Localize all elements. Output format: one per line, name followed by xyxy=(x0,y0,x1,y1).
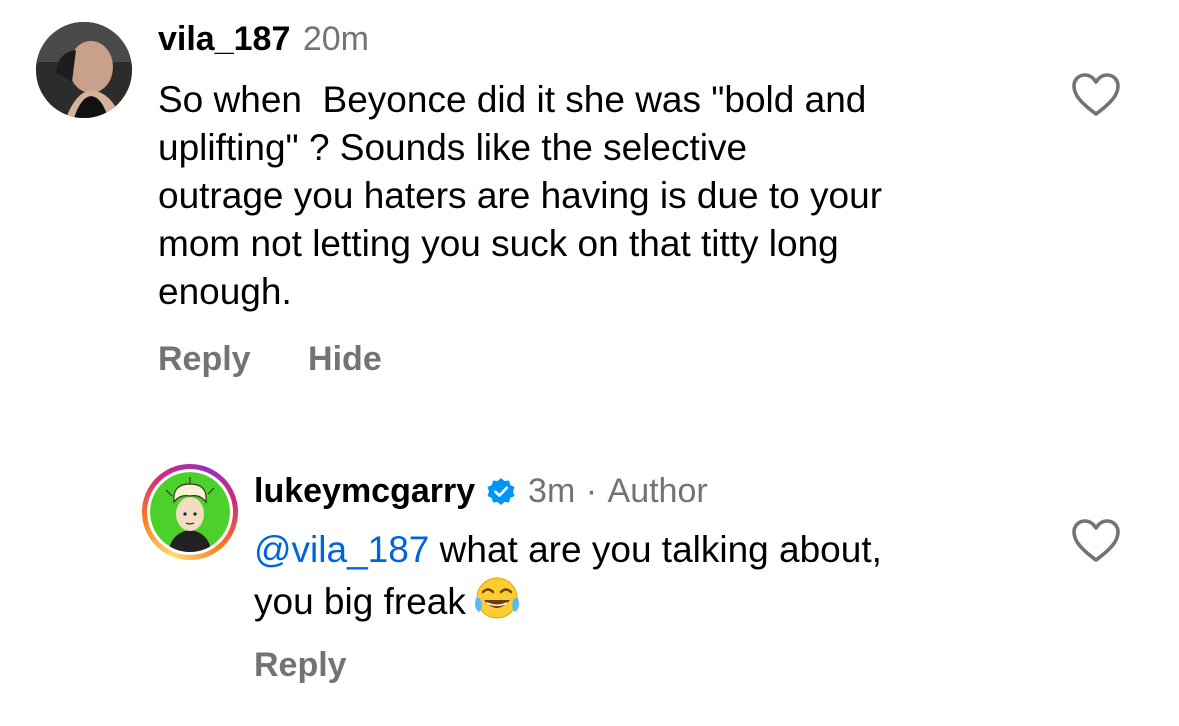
comment-actions: Reply xyxy=(254,646,347,685)
comment-vila-187: vila_187 20m So when Beyonce did it she … xyxy=(0,0,1179,400)
comment-header: vila_187 20m xyxy=(158,20,369,59)
hide-button[interactable]: Hide xyxy=(308,340,382,378)
comment-line: outrage you haters are having is due to … xyxy=(158,175,883,216)
verified-badge-icon xyxy=(487,478,515,505)
separator: · xyxy=(585,472,598,510)
comment-line: @vila_187 what are you talking about, xyxy=(254,526,1054,574)
tears-of-joy-emoji-icon xyxy=(474,577,519,619)
avatar-vila-187[interactable] xyxy=(36,22,132,118)
comment-text: So when Beyonce did it she was "bold and… xyxy=(158,76,1038,316)
timestamp: 3m xyxy=(528,472,576,510)
reply-button[interactable]: Reply xyxy=(254,646,347,684)
avatar-illustration-icon xyxy=(150,472,230,552)
author-badge: Author xyxy=(607,472,708,510)
comment-line: mom not letting you suck on that titty l… xyxy=(158,223,839,264)
comment-lukeymcgarry: lukeymcgarry 3m · Author @vila_187 what … xyxy=(0,440,1179,726)
comment-text: @vila_187 what are you talking about, yo… xyxy=(254,526,1054,626)
username[interactable]: vila_187 xyxy=(158,20,290,58)
comment-text-part: you big freak xyxy=(254,581,466,622)
comment-line: uplifting" ? Sounds like the selective xyxy=(158,127,748,168)
avatar-lukeymcgarry[interactable] xyxy=(142,464,238,560)
heart-icon[interactable] xyxy=(1071,72,1121,118)
comment-line: enough. xyxy=(158,271,292,312)
comment-text-part: what are you talking about, xyxy=(429,529,882,570)
timestamp: 20m xyxy=(302,20,369,58)
comment-header: lukeymcgarry 3m · Author xyxy=(254,472,708,511)
comment-line: So when Beyonce did it she was "bold and xyxy=(158,79,867,120)
mention-link[interactable]: @vila_187 xyxy=(254,529,429,570)
comment-line: you big freak xyxy=(254,574,1054,626)
reply-button[interactable]: Reply xyxy=(158,340,251,378)
comment-actions: Reply Hide xyxy=(158,340,382,379)
avatar-photo-icon xyxy=(36,22,132,118)
username[interactable]: lukeymcgarry xyxy=(254,472,475,510)
heart-icon[interactable] xyxy=(1071,518,1121,564)
